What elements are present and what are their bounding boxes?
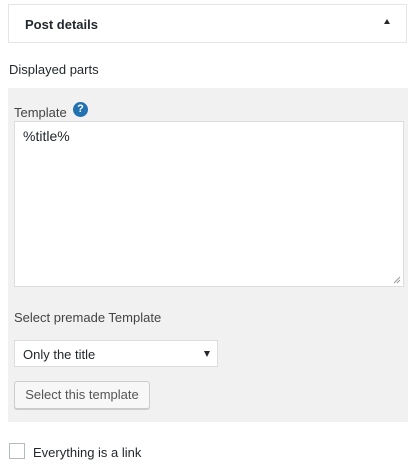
premade-template-label: Select premade Template bbox=[14, 310, 162, 325]
chevron-down-icon bbox=[204, 351, 210, 357]
everything-link-checkbox[interactable] bbox=[9, 443, 25, 459]
panel-title: Post details bbox=[25, 17, 98, 32]
caret-up-icon[interactable] bbox=[384, 19, 390, 24]
displayed-parts-label: Displayed parts bbox=[9, 62, 99, 77]
post-details-panel-header[interactable]: Post details bbox=[8, 4, 407, 43]
premade-template-selected-value: Only the title bbox=[23, 347, 96, 362]
help-icon[interactable]: ? bbox=[73, 102, 88, 117]
resize-handle-icon[interactable] bbox=[393, 276, 401, 284]
template-value: %title% bbox=[23, 128, 70, 144]
select-template-button[interactable]: Select this template bbox=[14, 381, 150, 409]
template-label: Template bbox=[14, 105, 67, 120]
premade-template-select[interactable]: Only the title bbox=[14, 340, 218, 367]
template-textarea[interactable]: %title% bbox=[14, 121, 404, 287]
everything-link-label[interactable]: Everything is a link bbox=[33, 445, 141, 460]
